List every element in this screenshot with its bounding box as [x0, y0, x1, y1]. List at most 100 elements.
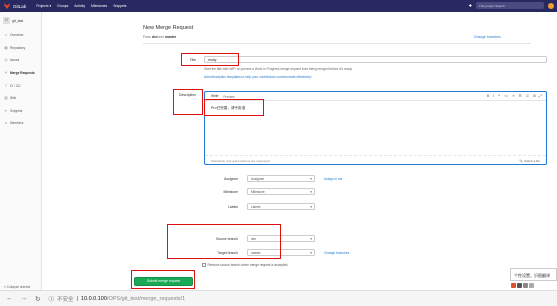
bold-icon[interactable]: B	[487, 94, 489, 98]
title-label: Title	[189, 58, 196, 62]
wip-hint: Start the title with WIP: to prevent a W…	[204, 67, 353, 71]
template-hint-text[interactable]: Add description templates to help your c…	[204, 75, 312, 79]
sidebar-item-label: Snippets	[10, 108, 23, 113]
top-right: ✚ This project Search	[469, 2, 554, 9]
project-sidebar: G git_test ⌂ Overview ▤ Repository ◎ Iss…	[0, 12, 42, 306]
from-target-branch: master	[165, 35, 177, 39]
main-content: New Merge Request From dev into master C…	[42, 12, 557, 290]
sidebar-item-overview[interactable]: ⌂ Overview	[0, 29, 41, 42]
labels-label: Labels	[228, 205, 238, 209]
tab-preview[interactable]: Preview	[223, 95, 234, 101]
sidebar-item-ci-cd[interactable]: ⇡ CI / CD	[0, 79, 41, 92]
ime-settings-icon[interactable]	[529, 283, 534, 288]
project-header[interactable]: G git_test	[0, 12, 41, 29]
menu-groups[interactable]: Groups	[57, 4, 68, 8]
search-input[interactable]: This project Search	[476, 2, 544, 9]
issues-icon: ◎	[4, 58, 8, 63]
menu-snippets[interactable]: Snippets	[113, 4, 126, 8]
plus-icon[interactable]: ✚	[469, 3, 472, 8]
italic-icon[interactable]: I	[493, 94, 494, 98]
ime-punct-icon[interactable]	[523, 283, 528, 288]
divider	[143, 43, 531, 44]
sidebar-item-label: Overview	[10, 33, 24, 38]
sidebar-item-label: Issues	[10, 58, 20, 63]
url-separator: |	[76, 295, 78, 302]
change-branches-link-2[interactable]: Change branches	[324, 251, 349, 255]
brand-label: GitLab	[13, 3, 27, 9]
user-avatar[interactable]	[548, 2, 554, 9]
ime-popup[interactable]: 个性设置，识图翻译	[510, 268, 557, 281]
ime-logo-icon[interactable]	[511, 283, 516, 288]
project-name: git_test	[12, 18, 24, 23]
assignee-label: Assignee	[224, 177, 238, 181]
reload-icon[interactable]: ↻	[35, 295, 40, 303]
description-editor: Write Preview B I ❝ <> ≡ ☰ ☑ ⊞ ⤢ Pro已完善，…	[204, 91, 547, 165]
code-icon[interactable]: <>	[504, 94, 508, 98]
insecure-label: 不安全	[56, 296, 74, 303]
tab-write[interactable]: Write	[211, 94, 219, 100]
remove-source-label: Remove source branch when merge request …	[207, 263, 289, 267]
browser-address-bar: ← → ↻ ⓘ 不安全 | 10.0.0.100/OPS/git_test/me…	[0, 290, 557, 306]
source-branch-select[interactable]: dev	[247, 235, 315, 242]
attach-file-label: Attach a file	[523, 158, 540, 163]
source-branch-label: Source branch	[215, 237, 238, 241]
remove-source-branch-option[interactable]: Remove source branch when merge request …	[202, 263, 288, 267]
assign-to-me-link[interactable]: Assign to me	[324, 177, 342, 181]
book-open-icon: ▥	[4, 96, 8, 101]
rocket-icon: ⇡	[4, 83, 8, 88]
target-branch-select[interactable]: master	[247, 249, 315, 256]
template-hint: Add description templates to help your c…	[204, 75, 312, 79]
submit-merge-request-button[interactable]: Submit merge request	[134, 277, 193, 286]
branch-summary: From dev into master	[143, 35, 176, 39]
table-icon[interactable]: ⊞	[533, 94, 536, 98]
markdown-hint[interactable]: Markdown and quick actions are supported	[211, 159, 270, 163]
url-path: /OPS/git_test/merge_requests/1	[106, 295, 186, 302]
milestone-label: Milestone	[223, 190, 238, 194]
sidebar-item-label: Members	[10, 121, 24, 126]
merge-icon: ⑂	[4, 71, 8, 76]
gitlab-fox-icon	[4, 3, 10, 9]
menu-milestones[interactable]: Milestones	[91, 4, 107, 8]
book-icon: ▤	[4, 45, 8, 50]
top-menu: Projects ▾ Groups Activity Milestones Sn…	[36, 4, 126, 8]
remove-source-checkbox[interactable]	[202, 263, 206, 267]
from-middle: into	[158, 35, 165, 39]
milestone-select[interactable]: Milestone	[247, 188, 315, 195]
sidebar-item-issues[interactable]: ◎ Issues	[0, 54, 41, 67]
back-icon[interactable]: ←	[6, 295, 13, 302]
gitlab-logo[interactable]: GitLab	[4, 3, 26, 9]
scissors-icon: ✂	[4, 108, 8, 113]
sidebar-item-wiki[interactable]: ▥ Wiki	[0, 92, 41, 105]
menu-projects[interactable]: Projects ▾	[36, 4, 51, 8]
numbered-list-icon[interactable]: ☰	[519, 94, 522, 98]
markdown-toolbar: B I ❝ <> ≡ ☰ ☑ ⊞	[487, 94, 536, 98]
from-prefix: From	[143, 35, 151, 39]
quote-icon[interactable]: ❝	[498, 94, 500, 98]
sidebar-item-repository[interactable]: ▤ Repository	[0, 42, 41, 55]
warning-icon: ⓘ	[48, 296, 54, 303]
page-title: New Merge Request	[143, 25, 194, 31]
bullet-list-icon[interactable]: ≡	[512, 94, 514, 98]
task-list-icon[interactable]: ☑	[526, 94, 529, 98]
target-branch-label: Target branch	[217, 251, 238, 255]
change-branches-link[interactable]: Change branches	[474, 35, 501, 39]
sidebar-item-merge-requests[interactable]: ⑂ Merge Requests	[0, 67, 41, 80]
sidebar-item-members[interactable]: ☺ Members	[0, 117, 41, 130]
url-field[interactable]: ⓘ 不安全 | 10.0.0.100/OPS/git_test/merge_re…	[48, 295, 185, 303]
ime-toolbar[interactable]	[511, 283, 534, 288]
labels-select[interactable]: Labels	[247, 203, 315, 210]
home-icon: ⌂	[4, 33, 8, 38]
forward-icon[interactable]: →	[21, 295, 28, 302]
fullscreen-icon[interactable]: ⤢	[539, 93, 542, 98]
attach-file-button[interactable]: 📎 Attach a file	[519, 159, 540, 163]
sidebar-item-label: Wiki	[10, 96, 17, 101]
menu-activity[interactable]: Activity	[74, 4, 85, 8]
project-avatar: G	[3, 17, 10, 24]
description-textarea[interactable]: Pro已完善，请予批准	[211, 106, 245, 111]
editor-footer: Markdown and quick actions are supported…	[205, 155, 546, 164]
collapse-sidebar-button[interactable]: « Collapse sidebar	[4, 285, 30, 289]
assignee-select[interactable]: Assignee	[247, 175, 315, 182]
sidebar-item-snippets[interactable]: ✂ Snippets	[0, 105, 41, 118]
ime-mode-icon[interactable]	[517, 283, 522, 288]
title-input[interactable]: ready	[204, 56, 547, 63]
